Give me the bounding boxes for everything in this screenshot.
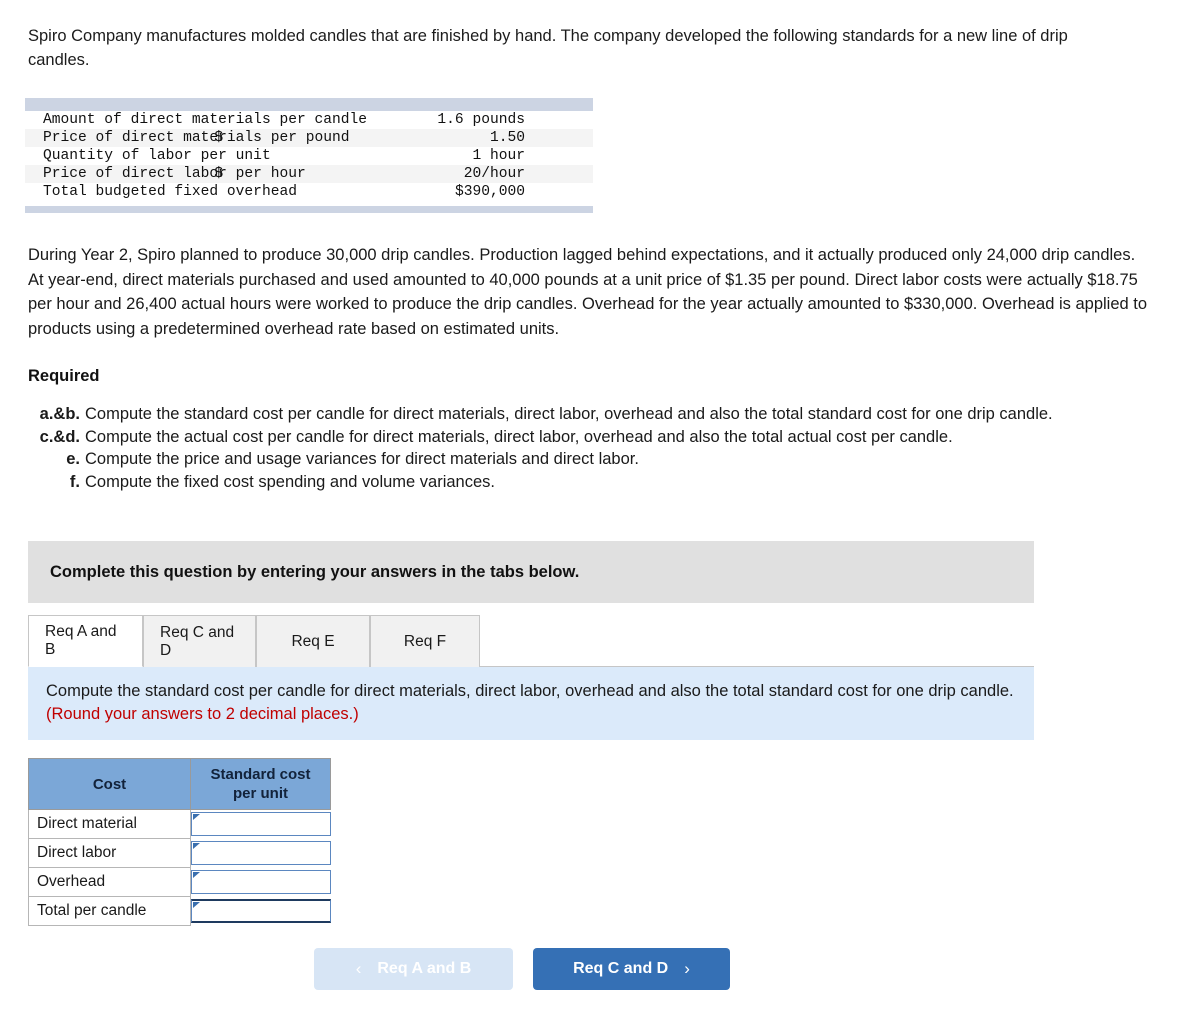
table-row: Amount of direct materials per candle 1.… [25, 111, 593, 129]
standards-table-wrapper: Amount of direct materials per candle 1.… [25, 98, 593, 213]
answer-row-label: Direct labor [28, 838, 191, 868]
standards-value: 1.50 [403, 129, 593, 147]
next-req-c-and-d-button[interactable]: Req C and D › [533, 948, 730, 990]
standards-value: $390,000 [403, 183, 593, 201]
next-button-label: Req C and D [573, 960, 669, 977]
total-per-candle-input[interactable] [191, 899, 331, 923]
required-item: a.&b. Compute the standard cost per cand… [24, 404, 1200, 426]
tab-req-c-and-d[interactable]: Req C and D [143, 615, 256, 667]
required-item: f. Compute the fixed cost spending and v… [24, 472, 1200, 494]
required-text: Compute the standard cost per candle for… [85, 405, 1053, 423]
answer-row-label: Total per candle [28, 896, 191, 926]
tab-req-f[interactable]: Req F [370, 615, 480, 667]
table-row: Direct material [28, 809, 331, 839]
task-instruction-panel: Compute the standard cost per candle for… [28, 667, 1034, 740]
chevron-right-icon: › [684, 959, 690, 978]
tab-label: Req A and B [45, 623, 117, 658]
table-row: Price of direct materials per pound $ 1.… [25, 129, 593, 147]
required-marker: e. [66, 450, 80, 468]
answer-input-cell[interactable] [190, 896, 331, 926]
standards-label: Price of direct materials per pound [25, 129, 350, 147]
standards-label: Quantity of labor per unit [25, 147, 271, 165]
standards-value: 20/hour [403, 165, 593, 183]
standards-label: Price of direct labor per hour [25, 165, 306, 183]
intro-paragraph: Spiro Company manufactures molded candle… [28, 27, 1068, 69]
tab-req-a-and-b[interactable]: Req A and B [28, 615, 143, 667]
required-marker: c.&d. [39, 427, 80, 446]
tab-label: Req F [403, 632, 447, 650]
tab-label: Req E [291, 632, 335, 650]
prev-button-label: Req A and B [377, 960, 472, 977]
answer-input-cell[interactable] [190, 867, 331, 897]
direct-material-input[interactable] [191, 812, 331, 837]
standards-value: 1 hour [403, 147, 593, 165]
rounding-note: (Round your answers to 2 decimal places.… [46, 705, 359, 723]
table-row: Quantity of labor per unit 1 hour [25, 147, 593, 165]
chevron-left-icon: ‹ [355, 959, 362, 978]
answer-table-header-row: Cost Standard cost per unit [28, 758, 331, 810]
table-row: Direct labor [28, 838, 331, 868]
answer-table-wrapper: Cost Standard cost per unit Direct mater… [28, 758, 1200, 926]
table-top-band [25, 98, 593, 111]
instruction-banner-text: Complete this question by entering your … [50, 562, 580, 581]
required-text: Compute the fixed cost spending and volu… [85, 472, 495, 491]
required-item: e. Compute the price and usage variances… [24, 449, 1200, 471]
required-list: a.&b. Compute the standard cost per cand… [24, 404, 1200, 493]
standards-label: Amount of direct materials per candle [25, 111, 367, 129]
task-instruction-text: Compute the standard cost per candle for… [46, 682, 1014, 700]
table-row: Total budgeted fixed overhead $390,000 [25, 183, 593, 201]
required-marker: a.&b. [39, 405, 80, 423]
standards-table: Amount of direct materials per candle 1.… [25, 98, 593, 213]
answer-input-cell[interactable] [190, 809, 331, 839]
table-row: Overhead [28, 867, 331, 897]
required-text: Compute the actual cost per candle for d… [85, 427, 953, 446]
tab-req-e[interactable]: Req E [256, 615, 370, 667]
answer-table: Cost Standard cost per unit Direct mater… [28, 758, 331, 926]
navigation-buttons: ‹ Req A and B Req C and D › [0, 948, 1200, 990]
standards-value: 1.6 pounds [403, 111, 593, 129]
column-header-standard-cost: Standard cost per unit [190, 758, 331, 810]
column-header-line1: Standard cost [210, 766, 311, 783]
scenario-paragraph: During Year 2, Spiro planned to produce … [28, 246, 1148, 338]
required-item: c.&d. Compute the actual cost per candle… [24, 427, 1200, 449]
question-page: Spiro Company manufactures molded candle… [0, 0, 1200, 990]
required-marker: f. [69, 472, 80, 491]
prev-req-a-and-b-button[interactable]: ‹ Req A and B [314, 948, 513, 990]
tab-label: Req C and D [160, 623, 235, 659]
required-text: Compute the price and usage variances fo… [85, 450, 639, 468]
answer-input-cell[interactable] [190, 838, 331, 868]
table-row: Price of direct labor per hour $ 20/hour [25, 165, 593, 183]
instruction-banner: Complete this question by entering your … [28, 541, 1034, 603]
standards-label: Total budgeted fixed overhead [25, 183, 297, 201]
answer-row-label: Direct material [28, 809, 191, 839]
tab-bar: Req A and B Req C and D Req E Req F [28, 614, 1034, 667]
answer-row-label: Overhead [28, 867, 191, 897]
table-row: Total per candle [28, 896, 331, 926]
required-heading: Required [28, 367, 100, 385]
table-bottom-band [25, 206, 593, 213]
column-header-cost: Cost [28, 758, 191, 810]
direct-labor-input[interactable] [191, 841, 331, 865]
column-header-line2: per unit [233, 785, 288, 802]
overhead-input[interactable] [191, 870, 331, 894]
